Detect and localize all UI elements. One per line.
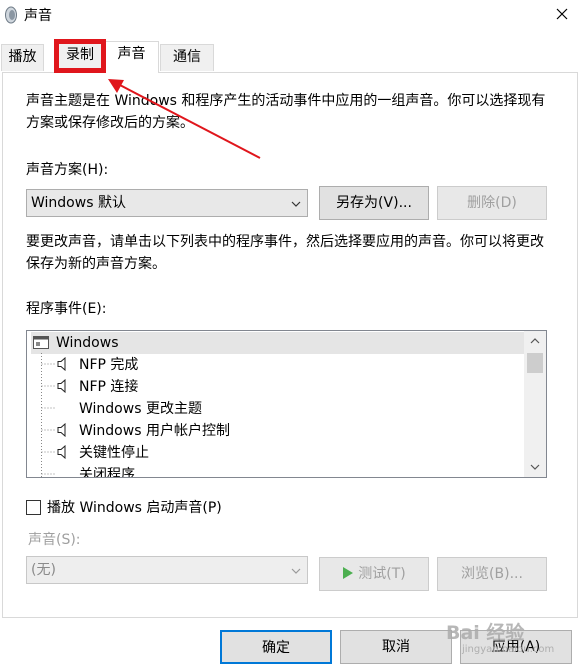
speaker-icon	[57, 357, 66, 371]
speaker-icon	[57, 445, 66, 459]
list-item[interactable]: 关键性停止	[79, 442, 149, 464]
events-scrollbar[interactable]	[524, 331, 546, 477]
save-as-button[interactable]: 另存为(V)...	[319, 186, 429, 220]
tree-connector	[41, 353, 55, 477]
chevron-down-icon	[291, 568, 301, 574]
sound-scheme-label: 声音方案(H):	[26, 162, 109, 178]
windows-app-icon	[33, 336, 49, 349]
program-events-label: 程序事件(E):	[26, 301, 107, 317]
window-title: 声音	[24, 8, 52, 24]
sound-scheme-dropdown[interactable]: Windows 默认	[26, 189, 308, 217]
change-sound-description: 要更改声音，请单击以下列表中的程序事件，然后选择要应用的声音。你可以将更改保存为…	[26, 234, 544, 272]
list-item[interactable]: 关闭程序	[79, 464, 135, 477]
tab-playback[interactable]: 播放	[1, 44, 44, 71]
scroll-thumb[interactable]	[527, 353, 543, 373]
baidu-watermark: Bai 经验 jingyan.baidu.com	[446, 618, 580, 668]
browse-button[interactable]: 浏览(B)...	[437, 557, 547, 591]
test-button[interactable]: 测试(T)	[319, 557, 429, 591]
speaker-app-icon	[5, 6, 17, 24]
sound-label: 声音(S):	[28, 532, 81, 548]
tab-communications[interactable]: 通信	[160, 44, 214, 71]
list-item[interactable]: NFP 连接	[79, 376, 138, 398]
list-item[interactable]: Windows	[56, 332, 119, 354]
play-icon	[343, 567, 354, 579]
sound-theme-description: 声音主题是在 Windows 和程序产生的活动事件中应用的一组声音。你可以选择现…	[26, 93, 546, 131]
list-item[interactable]: Windows 更改主题	[79, 398, 202, 420]
close-icon	[556, 8, 568, 20]
sound-dropdown[interactable]: (无)	[26, 556, 308, 584]
test-button-label: 测试(T)	[358, 566, 406, 582]
chevron-up-icon	[530, 338, 540, 344]
sound-value: (无)	[31, 562, 56, 578]
watermark-text: Bai 经验	[446, 622, 525, 644]
speaker-icon	[57, 423, 66, 437]
scroll-up-button[interactable]	[524, 331, 546, 351]
chevron-down-icon	[530, 464, 540, 470]
program-events-list[interactable]: Windows NFP 完成 NFP 连接 Windows 更改主题 Windo…	[26, 330, 547, 478]
startup-sound-checkbox[interactable]	[26, 500, 41, 515]
title-bar: 声音	[0, 0, 580, 30]
tab-recording[interactable]: 录制	[54, 39, 106, 73]
list-item[interactable]: NFP 完成	[79, 354, 138, 376]
close-button[interactable]	[548, 2, 576, 26]
scroll-down-button[interactable]	[524, 457, 546, 477]
speaker-icon	[57, 379, 66, 393]
sound-scheme-value: Windows 默认	[31, 195, 126, 211]
list-item[interactable]: Windows 用户帐户控制	[79, 420, 230, 442]
startup-sound-label[interactable]: 播放 Windows 启动声音(P)	[47, 497, 222, 519]
watermark-subtext: jingyan.baidu.com	[462, 644, 555, 655]
tab-sounds[interactable]: 声音	[104, 41, 159, 73]
cancel-button[interactable]: 取消	[340, 630, 452, 664]
ok-button[interactable]: 确定	[220, 630, 332, 664]
chevron-down-icon	[291, 201, 301, 207]
delete-button[interactable]: 删除(D)	[437, 186, 547, 220]
